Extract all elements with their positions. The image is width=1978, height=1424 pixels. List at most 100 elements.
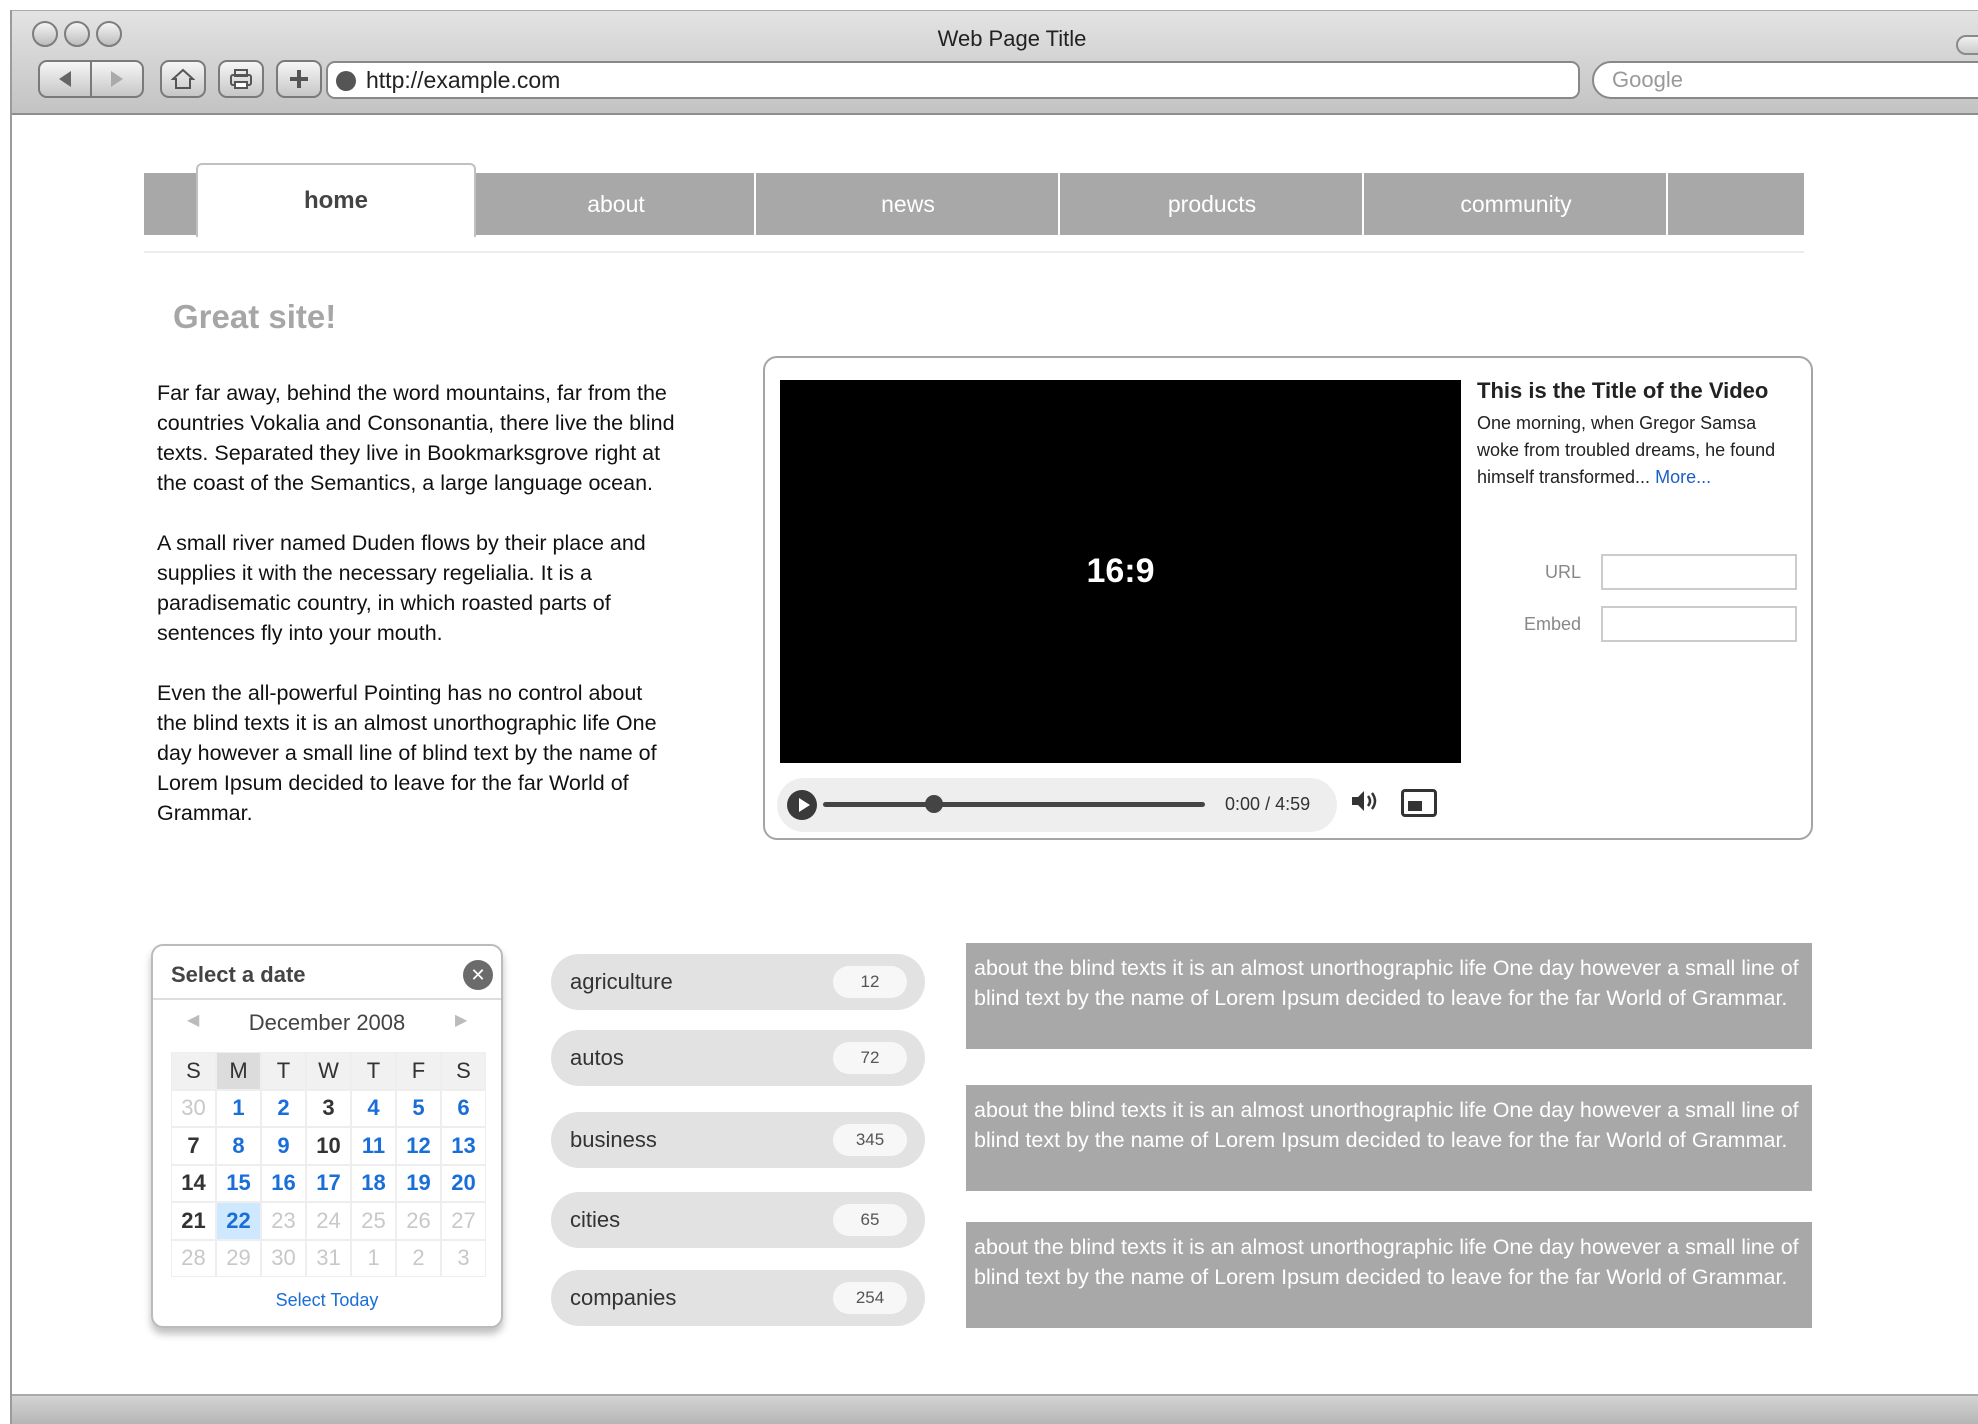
tag-count: 345 <box>833 1124 907 1156</box>
calendar-day[interactable]: 3 <box>306 1089 351 1127</box>
calendar-day[interactable]: 20 <box>441 1164 486 1202</box>
toolbar-toggle-button[interactable] <box>1956 35 1978 55</box>
main-nav: home about news products community <box>144 163 1804 237</box>
tab-news[interactable]: news <box>758 173 1060 235</box>
globe-icon <box>336 71 356 91</box>
address-bar[interactable]: http://example.com <box>326 61 1580 99</box>
calendar-day[interactable]: 14 <box>171 1164 216 1202</box>
calendar-day: 30 <box>261 1239 306 1277</box>
tag-label: autos <box>570 1045 624 1070</box>
print-button[interactable] <box>218 60 264 98</box>
calendar-grid: S M T W T F S 30 1 2 3 4 5 6 7 8 9 10 11 12 13 14 15 16 17 18 19 20… <box>171 1052 487 1277</box>
tag-count: 65 <box>833 1204 907 1236</box>
add-bookmark-button[interactable] <box>276 60 322 98</box>
month-label: December 2008 <box>248 1010 406 1035</box>
tab-products[interactable]: products <box>1062 173 1364 235</box>
fullscreen-icon[interactable] <box>1401 789 1437 817</box>
calendar-day: 24 <box>306 1202 351 1240</box>
search-placeholder: Google <box>1612 67 1683 92</box>
next-month-icon[interactable]: ▶ <box>455 1010 467 1030</box>
time-separator: / <box>1265 794 1271 814</box>
date-picker: Select a date ✕ ◀ December 2008 ▶ SMTWTF… <box>151 944 503 1328</box>
text-block: about the blind texts it is an almost un… <box>966 943 1812 1049</box>
duration: 4:59 <box>1275 794 1311 814</box>
calendar-day[interactable]: 2 <box>261 1089 306 1127</box>
calendar-day: 1 <box>351 1239 396 1277</box>
embed-label: Embed <box>1523 614 1581 634</box>
video-player[interactable]: 16:9 <box>780 380 1461 763</box>
calendar-day[interactable]: 17 <box>306 1164 351 1202</box>
status-bar <box>12 1394 1978 1424</box>
calendar-day: 28 <box>171 1239 216 1277</box>
calendar-day[interactable]: 18 <box>351 1164 396 1202</box>
calendar-day[interactable]: 9 <box>261 1127 306 1165</box>
page-title: Great site! <box>173 298 337 335</box>
tag-item[interactable]: agriculture 12 <box>551 954 925 1010</box>
url-field[interactable] <box>1601 554 1797 590</box>
calendar-day[interactable]: 11 <box>351 1127 396 1165</box>
calendar-day[interactable]: 6 <box>441 1089 486 1127</box>
home-button[interactable] <box>160 60 206 98</box>
tag-label: business <box>570 1127 657 1152</box>
text-block: about the blind texts it is an almost un… <box>966 1085 1812 1191</box>
weekday-header: T <box>261 1052 306 1090</box>
tab-community[interactable]: community <box>1366 173 1668 235</box>
weekday-header: F <box>396 1052 441 1090</box>
video-title: This is the Title of the Video <box>1477 378 1769 403</box>
calendar-day[interactable]: 19 <box>396 1164 441 1202</box>
weekday-header: S <box>171 1052 216 1090</box>
calendar-day[interactable]: 13 <box>441 1127 486 1165</box>
calendar-day-selected[interactable]: 22 <box>216 1202 261 1240</box>
url-label: URL <box>1544 562 1581 582</box>
tab-about[interactable]: about <box>478 173 756 235</box>
tag-item[interactable]: cities 65 <box>551 1192 925 1248</box>
calendar-day[interactable]: 4 <box>351 1089 396 1127</box>
date-picker-title: Select a date <box>171 962 306 987</box>
tag-label: agriculture <box>570 969 673 994</box>
tag-item[interactable]: business 345 <box>551 1112 925 1168</box>
video-description: One morning, when Gregor Samsa woke from… <box>1477 413 1776 487</box>
tab-home[interactable]: home <box>196 163 476 237</box>
tag-item[interactable]: autos 72 <box>551 1030 925 1086</box>
more-link[interactable]: More... <box>1655 467 1711 487</box>
current-time: 0:00 <box>1225 794 1261 814</box>
calendar-day[interactable]: 8 <box>216 1127 261 1165</box>
tag-item[interactable]: companies 254 <box>551 1270 925 1326</box>
calendar-day: 25 <box>351 1202 396 1240</box>
weekday-header: W <box>306 1052 351 1090</box>
weekday-header: T <box>351 1052 396 1090</box>
date-picker-divider <box>153 998 501 1000</box>
tag-count: 254 <box>833 1282 907 1314</box>
calendar-day[interactable]: 1 <box>216 1089 261 1127</box>
forward-button[interactable] <box>92 70 142 88</box>
calendar-day[interactable]: 15 <box>216 1164 261 1202</box>
calendar-day[interactable]: 12 <box>396 1127 441 1165</box>
window-title: Web Page Title <box>937 26 1087 51</box>
embed-field[interactable] <box>1601 606 1797 642</box>
nav-divider <box>144 251 1804 253</box>
play-icon[interactable] <box>787 790 817 820</box>
tag-label: cities <box>570 1207 621 1232</box>
calendar-day[interactable]: 21 <box>171 1202 216 1240</box>
time-display: 0:00 / 4:59 <box>1225 794 1310 815</box>
select-today-link[interactable]: Select Today <box>153 1290 501 1311</box>
calendar-day[interactable]: 10 <box>306 1127 351 1165</box>
calendar-day: 23 <box>261 1202 306 1240</box>
close-icon[interactable]: ✕ <box>463 960 493 990</box>
tag-count: 72 <box>833 1042 907 1074</box>
calendar-day: 31 <box>306 1239 351 1277</box>
back-arrow-icon <box>59 71 71 87</box>
calendar-day[interactable]: 5 <box>396 1089 441 1127</box>
volume-icon[interactable] <box>1349 785 1385 821</box>
progress-handle[interactable] <box>924 795 943 813</box>
back-button[interactable] <box>40 70 90 88</box>
search-field[interactable]: Google <box>1592 61 1978 99</box>
forward-arrow-icon <box>111 71 123 87</box>
calendar-day[interactable]: 16 <box>261 1164 306 1202</box>
aspect-ratio-label: 16:9 <box>1086 552 1155 590</box>
calendar-day[interactable]: 7 <box>171 1127 216 1165</box>
weekday-header: M <box>216 1052 261 1090</box>
calendar-day: 27 <box>441 1202 486 1240</box>
progress-track[interactable] <box>823 802 1205 807</box>
video-controls: 0:00 / 4:59 <box>777 778 1337 832</box>
